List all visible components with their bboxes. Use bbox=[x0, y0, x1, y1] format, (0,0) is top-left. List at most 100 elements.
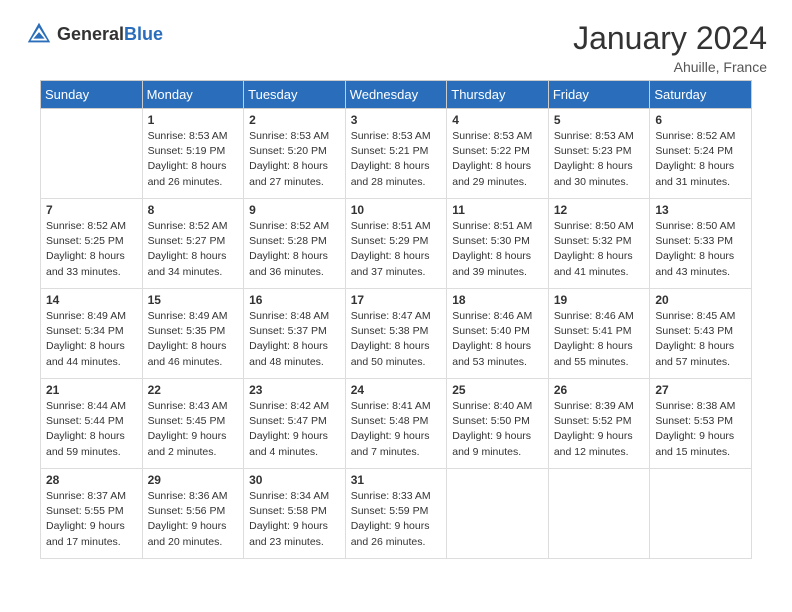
day-of-week-header: Thursday bbox=[447, 81, 549, 109]
calendar-cell: 1 Sunrise: 8:53 AMSunset: 5:19 PMDaylight… bbox=[142, 109, 244, 199]
day-number: 13 bbox=[655, 203, 746, 217]
day-of-week-header: Monday bbox=[142, 81, 244, 109]
calendar-wrapper: SundayMondayTuesdayWednesdayThursdayFrid… bbox=[10, 80, 782, 559]
day-number: 7 bbox=[46, 203, 137, 217]
day-number: 31 bbox=[351, 473, 442, 487]
day-info: Sunrise: 8:53 AMSunset: 5:19 PMDaylight:… bbox=[148, 129, 239, 190]
calendar-cell: 12Sunrise: 8:50 AMSunset: 5:32 PMDayligh… bbox=[548, 199, 650, 289]
calendar-cell: 15Sunrise: 8:49 AMSunset: 5:35 PMDayligh… bbox=[142, 289, 244, 379]
day-number: 1 bbox=[148, 113, 239, 127]
calendar-cell: 21 Sunrise: 8:44 AMSunset: 5:44 PMDayligh… bbox=[41, 379, 143, 469]
day-info: Sunrise: 8:53 AMSunset: 5:22 PMDaylight:… bbox=[452, 129, 543, 190]
day-info: Sunrise: 8:53 AMSunset: 5:20 PMDaylight:… bbox=[249, 129, 340, 190]
calendar-cell: 29 Sunrise: 8:36 AMSunset: 5:56 PMDayligh… bbox=[142, 469, 244, 559]
logo-icon bbox=[25, 20, 53, 48]
calendar-cell: 22Sunrise: 8:43 AMSunset: 5:45 PMDayligh… bbox=[142, 379, 244, 469]
day-number: 23 bbox=[249, 383, 340, 397]
day-info: Sunrise: 8:50 AMSunset: 5:32 PMDaylight:… bbox=[554, 219, 645, 280]
calendar-cell: 31 Sunrise: 8:33 AMSunset: 5:59 PMDayligh… bbox=[345, 469, 447, 559]
calendar-cell: 30Sunrise: 8:34 AMSunset: 5:58 PMDayligh… bbox=[244, 469, 346, 559]
day-info: Sunrise: 8:34 AMSunset: 5:58 PMDaylight:… bbox=[249, 489, 340, 550]
day-number: 27 bbox=[655, 383, 746, 397]
calendar-week-row: 14 Sunrise: 8:49 AMSunset: 5:34 PMDayligh… bbox=[41, 289, 752, 379]
calendar-cell: 2 Sunrise: 8:53 AMSunset: 5:20 PMDaylight… bbox=[244, 109, 346, 199]
day-info: Sunrise: 8:47 AMSunset: 5:38 PMDaylight:… bbox=[351, 309, 442, 370]
day-info: Sunrise: 8:48 AMSunset: 5:37 PMDaylight:… bbox=[249, 309, 340, 370]
day-info: Sunrise: 8:53 AMSunset: 5:21 PMDaylight:… bbox=[351, 129, 442, 190]
day-of-week-header: Friday bbox=[548, 81, 650, 109]
calendar-cell: 20Sunrise: 8:45 AMSunset: 5:43 PMDayligh… bbox=[650, 289, 752, 379]
calendar-cell: 13 Sunrise: 8:50 AMSunset: 5:33 PMDayligh… bbox=[650, 199, 752, 289]
day-info: Sunrise: 8:51 AMSunset: 5:29 PMDaylight:… bbox=[351, 219, 442, 280]
day-info: Sunrise: 8:44 AMSunset: 5:44 PMDaylight:… bbox=[46, 399, 137, 460]
calendar-week-row: 28 Sunrise: 8:37 AMSunset: 5:55 PMDayligh… bbox=[41, 469, 752, 559]
logo: GeneralBlue bbox=[25, 20, 163, 48]
location-subtitle: Ahuille, France bbox=[573, 59, 767, 75]
day-of-week-header: Saturday bbox=[650, 81, 752, 109]
day-number: 11 bbox=[452, 203, 543, 217]
calendar-cell: 9Sunrise: 8:52 AMSunset: 5:28 PMDaylight… bbox=[244, 199, 346, 289]
day-info: Sunrise: 8:52 AMSunset: 5:24 PMDaylight:… bbox=[655, 129, 746, 190]
day-number: 22 bbox=[148, 383, 239, 397]
day-number: 14 bbox=[46, 293, 137, 307]
calendar-cell: 28 Sunrise: 8:37 AMSunset: 5:55 PMDayligh… bbox=[41, 469, 143, 559]
day-info: Sunrise: 8:33 AMSunset: 5:59 PMDaylight:… bbox=[351, 489, 442, 550]
calendar-week-row: 21 Sunrise: 8:44 AMSunset: 5:44 PMDayligh… bbox=[41, 379, 752, 469]
calendar-cell: 17 Sunrise: 8:47 AMSunset: 5:38 PMDayligh… bbox=[345, 289, 447, 379]
calendar-header-row: SundayMondayTuesdayWednesdayThursdayFrid… bbox=[41, 81, 752, 109]
day-info: Sunrise: 8:39 AMSunset: 5:52 PMDaylight:… bbox=[554, 399, 645, 460]
day-number: 19 bbox=[554, 293, 645, 307]
page-header: GeneralBlue January 2024 Ahuille, France bbox=[10, 10, 782, 80]
day-number: 24 bbox=[351, 383, 442, 397]
calendar-table: SundayMondayTuesdayWednesdayThursdayFrid… bbox=[40, 80, 752, 559]
day-info: Sunrise: 8:41 AMSunset: 5:48 PMDaylight:… bbox=[351, 399, 442, 460]
calendar-cell: 11 Sunrise: 8:51 AMSunset: 5:30 PMDayligh… bbox=[447, 199, 549, 289]
calendar-cell bbox=[447, 469, 549, 559]
day-number: 6 bbox=[655, 113, 746, 127]
logo-text-blue: Blue bbox=[124, 24, 163, 44]
calendar-cell: 19 Sunrise: 8:46 AMSunset: 5:41 PMDayligh… bbox=[548, 289, 650, 379]
day-info: Sunrise: 8:38 AMSunset: 5:53 PMDaylight:… bbox=[655, 399, 746, 460]
day-info: Sunrise: 8:52 AMSunset: 5:27 PMDaylight:… bbox=[148, 219, 239, 280]
day-info: Sunrise: 8:46 AMSunset: 5:40 PMDaylight:… bbox=[452, 309, 543, 370]
day-number: 2 bbox=[249, 113, 340, 127]
calendar-cell: 27 Sunrise: 8:38 AMSunset: 5:53 PMDayligh… bbox=[650, 379, 752, 469]
day-number: 15 bbox=[148, 293, 239, 307]
day-info: Sunrise: 8:50 AMSunset: 5:33 PMDaylight:… bbox=[655, 219, 746, 280]
day-info: Sunrise: 8:36 AMSunset: 5:56 PMDaylight:… bbox=[148, 489, 239, 550]
day-number: 28 bbox=[46, 473, 137, 487]
calendar-cell: 16 Sunrise: 8:48 AMSunset: 5:37 PMDayligh… bbox=[244, 289, 346, 379]
day-info: Sunrise: 8:52 AMSunset: 5:28 PMDaylight:… bbox=[249, 219, 340, 280]
day-number: 16 bbox=[249, 293, 340, 307]
calendar-cell: 24 Sunrise: 8:41 AMSunset: 5:48 PMDayligh… bbox=[345, 379, 447, 469]
calendar-cell: 10 Sunrise: 8:51 AMSunset: 5:29 PMDayligh… bbox=[345, 199, 447, 289]
day-info: Sunrise: 8:40 AMSunset: 5:50 PMDaylight:… bbox=[452, 399, 543, 460]
day-info: Sunrise: 8:45 AMSunset: 5:43 PMDaylight:… bbox=[655, 309, 746, 370]
calendar-cell: 3 Sunrise: 8:53 AMSunset: 5:21 PMDaylight… bbox=[345, 109, 447, 199]
day-number: 29 bbox=[148, 473, 239, 487]
month-year-title: January 2024 bbox=[573, 20, 767, 57]
day-number: 4 bbox=[452, 113, 543, 127]
day-number: 17 bbox=[351, 293, 442, 307]
day-info: Sunrise: 8:46 AMSunset: 5:41 PMDaylight:… bbox=[554, 309, 645, 370]
day-number: 26 bbox=[554, 383, 645, 397]
day-info: Sunrise: 8:53 AMSunset: 5:23 PMDaylight:… bbox=[554, 129, 645, 190]
day-number: 25 bbox=[452, 383, 543, 397]
day-number: 10 bbox=[351, 203, 442, 217]
day-info: Sunrise: 8:49 AMSunset: 5:34 PMDaylight:… bbox=[46, 309, 137, 370]
day-number: 3 bbox=[351, 113, 442, 127]
day-number: 18 bbox=[452, 293, 543, 307]
calendar-cell: 18 Sunrise: 8:46 AMSunset: 5:40 PMDayligh… bbox=[447, 289, 549, 379]
day-number: 21 bbox=[46, 383, 137, 397]
calendar-cell: 7Sunrise: 8:52 AMSunset: 5:25 PMDaylight… bbox=[41, 199, 143, 289]
calendar-cell: 25 Sunrise: 8:40 AMSunset: 5:50 PMDayligh… bbox=[447, 379, 549, 469]
calendar-cell bbox=[548, 469, 650, 559]
day-info: Sunrise: 8:37 AMSunset: 5:55 PMDaylight:… bbox=[46, 489, 137, 550]
calendar-cell bbox=[41, 109, 143, 199]
calendar-cell: 8Sunrise: 8:52 AMSunset: 5:27 PMDaylight… bbox=[142, 199, 244, 289]
day-info: Sunrise: 8:51 AMSunset: 5:30 PMDaylight:… bbox=[452, 219, 543, 280]
calendar-cell: 14 Sunrise: 8:49 AMSunset: 5:34 PMDayligh… bbox=[41, 289, 143, 379]
title-block: January 2024 Ahuille, France bbox=[573, 20, 767, 75]
day-of-week-header: Wednesday bbox=[345, 81, 447, 109]
calendar-cell: 23Sunrise: 8:42 AMSunset: 5:47 PMDayligh… bbox=[244, 379, 346, 469]
